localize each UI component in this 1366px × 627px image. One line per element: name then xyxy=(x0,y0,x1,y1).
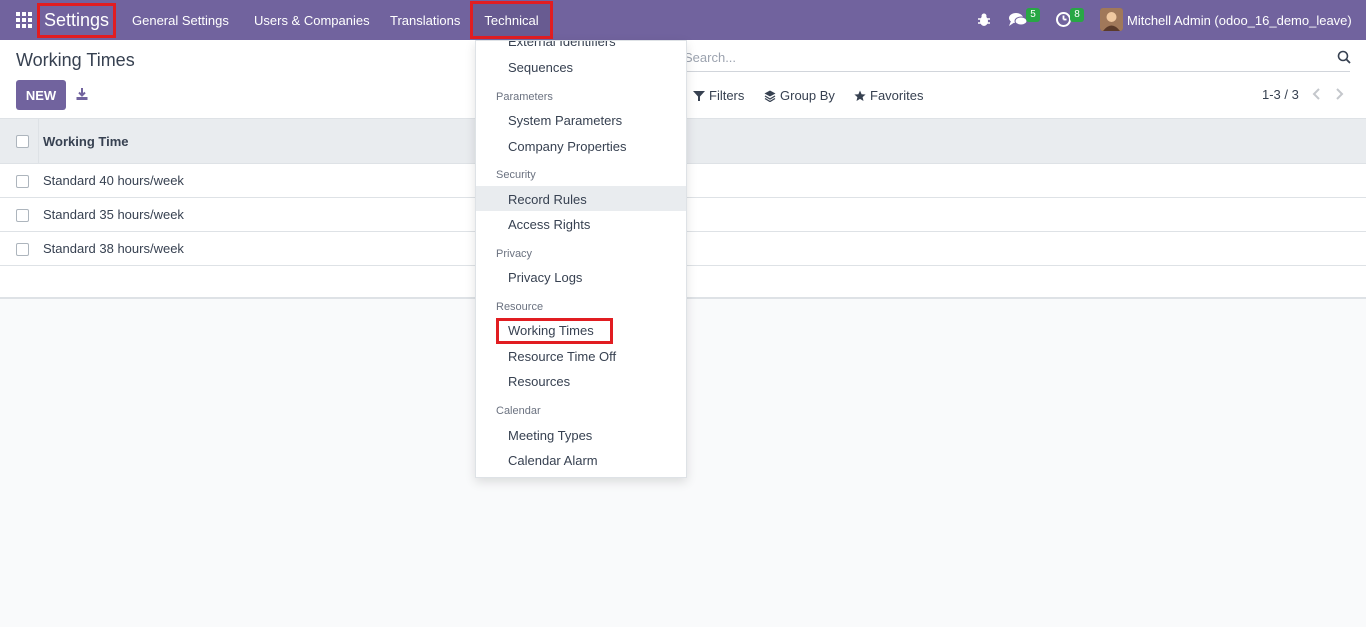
page-title: Working Times xyxy=(16,50,135,70)
group-by-toggle[interactable]: Group By xyxy=(764,88,835,103)
menu-item-company-properties[interactable]: Company Properties xyxy=(508,139,627,154)
row-checkbox[interactable] xyxy=(16,175,29,188)
menu-users-companies[interactable]: Users & Companies xyxy=(254,0,370,40)
download-icon[interactable] xyxy=(75,87,89,101)
row-working-time[interactable]: Standard 35 hours/week xyxy=(43,207,184,222)
menu-technical[interactable]: Technical xyxy=(470,1,553,39)
filters-toggle[interactable]: Filters xyxy=(693,88,744,103)
filters-label: Filters xyxy=(709,88,745,103)
menu-item-meeting-types[interactable]: Meeting Types xyxy=(508,428,592,443)
menu-general-settings[interactable]: General Settings xyxy=(132,0,229,40)
layers-icon xyxy=(764,90,776,102)
menu-item-system-parameters[interactable]: System Parameters xyxy=(508,113,622,128)
select-all-checkbox[interactable] xyxy=(16,135,29,148)
row-checkbox[interactable] xyxy=(16,243,29,256)
section-resource: Resource xyxy=(496,301,544,313)
menu-translations[interactable]: Translations xyxy=(390,0,460,40)
pager-previous-icon[interactable] xyxy=(1310,87,1324,101)
menu-item-access-rights[interactable]: Access Rights xyxy=(508,217,590,232)
user-menu-name[interactable]: Mitchell Admin (odoo_16_demo_leave) xyxy=(1127,0,1352,40)
debug-bug-icon[interactable] xyxy=(976,12,992,28)
section-parameters: Parameters xyxy=(496,91,553,103)
menu-item-calendar-alarm[interactable]: Calendar Alarm xyxy=(508,453,598,468)
user-avatar[interactable] xyxy=(1100,8,1123,31)
favorites-label: Favorites xyxy=(870,88,924,103)
row-working-time[interactable]: Standard 38 hours/week xyxy=(43,241,184,256)
favorites-toggle[interactable]: Favorites xyxy=(854,88,923,103)
activities-count-badge: 8 xyxy=(1070,8,1084,22)
menu-item-resources[interactable]: Resources xyxy=(508,374,570,389)
pager-next-icon[interactable] xyxy=(1332,87,1346,101)
section-calendar: Calendar xyxy=(496,405,541,417)
row-working-time[interactable]: Standard 40 hours/week xyxy=(43,173,184,188)
menu-item-external-identifiers[interactable]: External Identifiers xyxy=(508,41,616,49)
search-placeholder: Search... xyxy=(684,50,737,65)
top-navbar: Settings General Settings Users & Compan… xyxy=(0,0,1366,40)
group-by-label: Group By xyxy=(780,88,835,103)
column-separator xyxy=(38,119,39,164)
apps-menu-icon[interactable] xyxy=(16,12,32,28)
column-header-working-time[interactable]: Working Time xyxy=(43,134,128,149)
menu-item-privacy-logs[interactable]: Privacy Logs xyxy=(508,270,582,285)
star-icon xyxy=(854,90,866,101)
new-button[interactable]: NEW xyxy=(16,80,66,110)
menu-item-resource-time-off[interactable]: Resource Time Off xyxy=(508,349,616,364)
search-input[interactable] xyxy=(676,46,1350,72)
section-privacy: Privacy xyxy=(496,248,533,260)
search-icon[interactable] xyxy=(1337,50,1351,64)
row-checkbox[interactable] xyxy=(16,209,29,222)
app-brand-settings[interactable]: Settings xyxy=(37,3,116,38)
messages-count-badge: 5 xyxy=(1026,8,1040,22)
filter-funnel-icon xyxy=(693,90,705,101)
technical-dropdown-menu: External Identifiers Sequences Parameter… xyxy=(475,40,687,478)
menu-item-working-times[interactable]: Working Times xyxy=(508,323,594,338)
messages-chat-icon[interactable] xyxy=(1008,11,1028,29)
section-security: Security xyxy=(496,169,536,181)
pager-value[interactable]: 1-3 / 3 xyxy=(1262,87,1299,102)
menu-item-record-rules[interactable]: Record Rules xyxy=(508,192,587,207)
menu-item-sequences[interactable]: Sequences xyxy=(508,60,573,75)
